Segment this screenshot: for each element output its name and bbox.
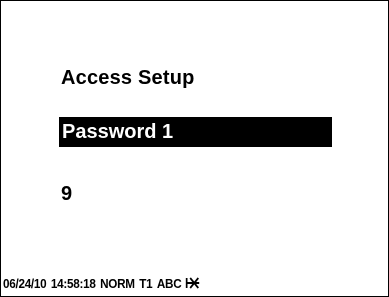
setting-value[interactable]: 9 (61, 181, 72, 207)
status-mode: NORM (100, 275, 135, 291)
status-tariff: T1 (139, 275, 153, 291)
status-bar: 06/24/10 14:58:18 NORM T1 ABC (3, 273, 200, 293)
selected-menu-item[interactable]: Password 1 (59, 117, 332, 147)
status-phases: ABC (156, 275, 182, 291)
device-screen: Access Setup Password 1 9 06/24/10 14:58… (0, 0, 389, 297)
status-date: 06/24/10 (3, 275, 47, 291)
page-title: Access Setup (61, 67, 195, 89)
battery-disconnected-icon (185, 277, 200, 289)
status-time: 14:58:18 (50, 275, 96, 291)
